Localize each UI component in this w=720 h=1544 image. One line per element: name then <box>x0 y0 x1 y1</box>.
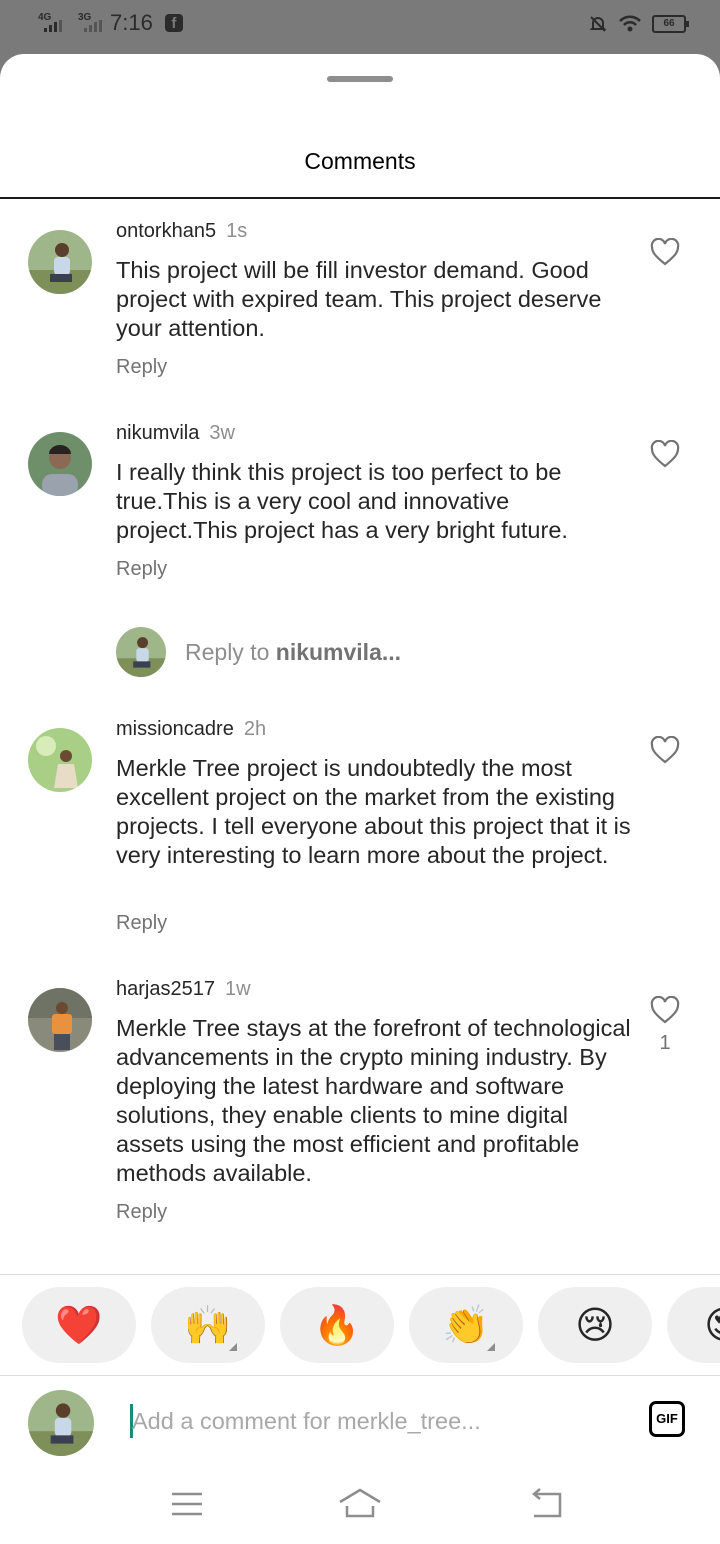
reply-to-input[interactable]: Reply to nikumvila... <box>185 639 401 666</box>
comment-username[interactable]: harjas2517 <box>116 978 215 1000</box>
heart-icon <box>650 995 680 1024</box>
sheet-title: Comments <box>304 148 416 174</box>
battery-icon: 66 <box>652 15 689 33</box>
facebook-notification-icon: f <box>164 14 183 32</box>
comment-text: Merkle Tree stays at the forefront of te… <box>116 1015 631 1186</box>
avatar[interactable] <box>28 432 92 496</box>
emoji-fire[interactable]: 🔥 <box>280 1287 394 1363</box>
comments-sheet: Comments ontorkhan5 1s This project will … <box>0 54 720 1544</box>
emoji-red-heart[interactable]: ❤️ <box>22 1287 136 1363</box>
mute-icon <box>589 16 607 32</box>
like-button[interactable] <box>650 995 680 1024</box>
avatar[interactable] <box>28 988 92 1052</box>
like-button[interactable] <box>650 735 680 764</box>
comment-time: 1w <box>224 978 251 1000</box>
comment-input[interactable] <box>132 1402 592 1440</box>
reply-button[interactable]: Reply <box>116 558 167 581</box>
like-button[interactable] <box>650 439 680 468</box>
comment-username[interactable]: ontorkhan5 <box>116 220 216 242</box>
signal-4g-icon: 4G <box>38 12 62 34</box>
emoji-heart-eyes[interactable]: 😍 <box>667 1287 720 1363</box>
comment-text: This project will be fill investor deman… <box>116 257 602 341</box>
reply-button[interactable]: Reply <box>116 356 167 379</box>
quick-reaction-bar: ❤️ 🙌 🔥 👏 😢 😍 <box>0 1274 720 1376</box>
avatar[interactable] <box>28 728 92 792</box>
emoji-crying-face[interactable]: 😢 <box>538 1287 652 1363</box>
comment-username[interactable]: missioncadre <box>116 718 234 740</box>
comment-time: 2h <box>243 718 267 740</box>
wifi-icon <box>619 15 641 32</box>
current-user-avatar <box>28 1390 94 1456</box>
title-divider <box>0 197 720 199</box>
heart-icon <box>650 735 680 764</box>
clock: 7:16 <box>110 10 153 35</box>
reply-to-user: nikumvila... <box>275 639 402 665</box>
status-bar: 4G 3G 7:16 f 66 <box>0 0 720 54</box>
emoji-raising-hands[interactable]: 🙌 <box>151 1287 265 1363</box>
signal-3g-icon: 3G <box>78 12 102 34</box>
avatar[interactable] <box>28 230 92 294</box>
like-count: 1 <box>659 1032 671 1054</box>
reply-button[interactable]: Reply <box>116 1201 167 1224</box>
back-icon[interactable] <box>522 1484 572 1524</box>
reply-button[interactable]: Reply <box>116 912 167 935</box>
comment-composer: GIF <box>0 1376 720 1466</box>
drag-handle[interactable] <box>327 76 393 82</box>
system-nav-bar <box>0 1466 720 1544</box>
home-icon[interactable] <box>335 1484 385 1524</box>
emoji-clapping-hands[interactable]: 👏 <box>409 1287 523 1363</box>
comment-time: 1s <box>226 220 248 242</box>
comment-text: Merkle Tree project is undoubtedly the m… <box>116 755 631 868</box>
heart-icon <box>650 439 680 468</box>
reply-avatar <box>116 627 166 677</box>
comment-text: I really think this project is too perfe… <box>116 459 568 543</box>
like-button[interactable] <box>650 237 680 266</box>
heart-icon <box>650 237 680 266</box>
gif-button[interactable]: GIF <box>649 1401 685 1437</box>
reply-to-prefix: Reply to <box>185 639 276 665</box>
comment-time: 3w <box>209 422 235 444</box>
menu-icon[interactable] <box>162 1484 212 1524</box>
comment-username[interactable]: nikumvila <box>116 422 199 444</box>
